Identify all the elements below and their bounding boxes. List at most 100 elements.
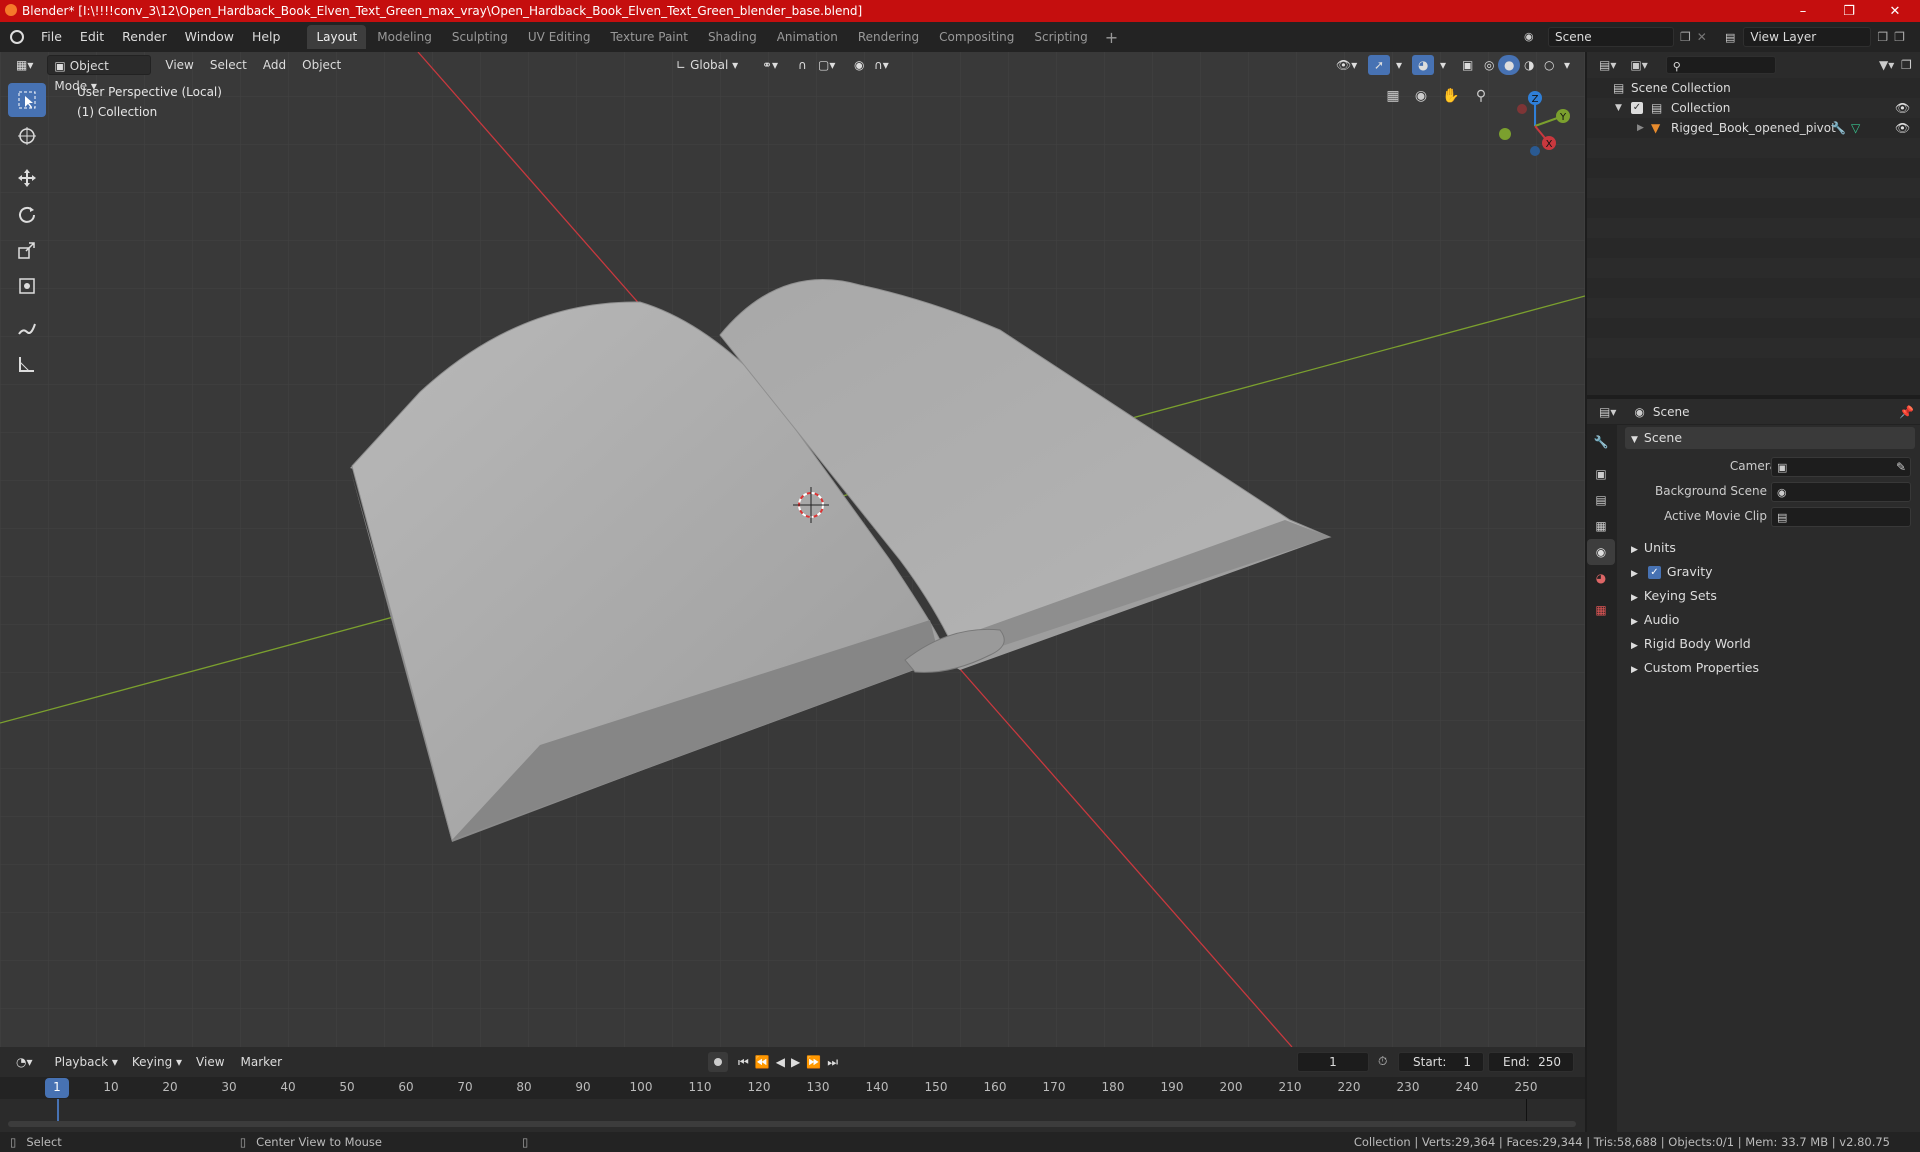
camera-field[interactable]: ▣ ✎ [1771, 457, 1911, 477]
rigid-body-world-panel-header[interactable]: ▶ Rigid Body World [1625, 633, 1920, 655]
cursor-tool[interactable] [8, 119, 46, 153]
blender-menu-icon[interactable] [10, 30, 24, 44]
scene-name-field[interactable]: Scene [1548, 27, 1674, 47]
tab-scripting[interactable]: Scripting [1025, 25, 1096, 49]
timeline-editor-type-icon[interactable]: ◔▾ [10, 1052, 39, 1072]
display-mode-icon[interactable]: ▣▾ [1630, 58, 1647, 72]
jump-next-keyframe-icon[interactable]: ⏩ [806, 1055, 821, 1069]
pivot-point-icon[interactable]: ⚭▾ [756, 55, 784, 75]
jump-end-icon[interactable]: ⏭ [827, 1055, 838, 1070]
object-visibility-icon[interactable]: 👁 [1895, 118, 1910, 138]
tab-rendering[interactable]: Rendering [849, 25, 928, 49]
tab-compositing[interactable]: Compositing [930, 25, 1023, 49]
scene-panel-header[interactable]: ▼ Scene [1625, 427, 1915, 449]
outliner-row-collection[interactable]: ▼ ✓ ▤ Collection 👁 [1587, 98, 1920, 118]
tab-shading[interactable]: Shading [699, 25, 766, 49]
viewport-menu-object[interactable]: Object [296, 55, 347, 75]
shading-dropdown-icon[interactable]: ▾ [1558, 55, 1576, 75]
record-button[interactable] [708, 1052, 728, 1072]
active-movie-clip-field[interactable]: ▤ [1771, 507, 1911, 527]
jump-prev-keyframe-icon[interactable]: ⏪ [755, 1055, 770, 1069]
timeline-ruler[interactable]: 1 10 20 30 40 50 60 70 80 90 100 110 120… [0, 1077, 1585, 1099]
keying-sets-panel-header[interactable]: ▶ Keying Sets [1625, 585, 1920, 607]
tab-uv-editing[interactable]: UV Editing [519, 25, 600, 49]
view-layer-field[interactable]: View Layer [1743, 27, 1872, 47]
menu-help[interactable]: Help [243, 24, 290, 50]
outliner-row-object[interactable]: ▶ ▼ Rigged_Book_opened_pivot 🔧 ▽ 👁 [1587, 118, 1920, 138]
overlays-dropdown-icon[interactable]: ▾ [1434, 55, 1452, 75]
menu-window[interactable]: Window [176, 24, 243, 50]
navigation-gizmo[interactable]: Z Y X [1490, 86, 1570, 162]
gizmo-dropdown-icon[interactable]: ▾ [1390, 55, 1408, 75]
delete-scene-icon[interactable]: ✕ [1697, 30, 1707, 44]
maximize-button[interactable]: ❐ [1826, 0, 1872, 22]
add-workspace-icon[interactable]: + [1099, 28, 1124, 47]
outliner-row-scene-collection[interactable]: ▤ Scene Collection [1587, 78, 1920, 98]
tab-texture-paint[interactable]: Texture Paint [602, 25, 697, 49]
toggle-grid-icon[interactable]: ▦ [1380, 88, 1406, 104]
minimize-button[interactable]: – [1780, 0, 1826, 22]
tab-layout[interactable]: Layout [307, 25, 367, 49]
pan-hand-icon[interactable]: ✋ [1436, 88, 1466, 104]
snap-target-icon[interactable]: ▢▾ [812, 55, 841, 75]
falloff-icon[interactable]: ∩▾ [868, 55, 895, 75]
menu-render[interactable]: Render [113, 24, 176, 50]
viewport-menu-add[interactable]: Add [257, 55, 292, 75]
start-frame-field[interactable]: Start: 1 [1398, 1052, 1484, 1072]
play-reverse-icon[interactable]: ◀ [776, 1055, 785, 1069]
timeline-menu-keying[interactable]: Keying ▾ [126, 1052, 188, 1072]
rotate-tool[interactable] [8, 197, 46, 231]
gravity-checkbox[interactable]: ✓ [1647, 566, 1661, 579]
move-tool[interactable] [8, 161, 46, 195]
timeline-scrollbar[interactable] [8, 1121, 1576, 1127]
tab-sculpting[interactable]: Sculpting [443, 25, 517, 49]
timeline-menu-view[interactable]: View [190, 1052, 230, 1072]
stopwatch-icon[interactable]: ⏱ [1378, 1054, 1387, 1069]
view-layer-tab-icon[interactable]: ▦ [1587, 513, 1615, 539]
overlays-toggle-icon[interactable]: ◕ [1412, 55, 1435, 75]
measure-tool[interactable] [8, 347, 46, 381]
transform-orientation-dropdown[interactable]: ∟ Global ▾ [670, 55, 744, 75]
scale-tool[interactable] [8, 233, 46, 267]
current-frame-field[interactable]: 1 [1297, 1052, 1369, 1072]
snap-icon[interactable]: ∩ [792, 55, 813, 75]
end-frame-field[interactable]: End: 250 [1488, 1052, 1574, 1072]
gizmo-toggle-icon[interactable]: ➚ [1368, 55, 1391, 75]
camera-view-icon[interactable]: ◉ [1406, 88, 1436, 104]
view-layer-selector[interactable]: ▤ View Layer ❐ ❐ [1725, 26, 1915, 48]
play-icon[interactable]: ▶ [791, 1055, 800, 1069]
jump-start-icon[interactable]: ⏮ [738, 1055, 749, 1070]
timeline-menu-marker[interactable]: Marker [235, 1052, 288, 1072]
collection-visibility-icon[interactable]: 👁 [1895, 98, 1910, 118]
audio-panel-header[interactable]: ▶ Audio [1625, 609, 1920, 631]
collection-checkbox[interactable]: ✓ [1631, 102, 1643, 114]
close-button[interactable]: ✕ [1872, 0, 1918, 22]
outliner-editor-type-icon[interactable]: ▤▾ [1599, 58, 1616, 72]
viewport-menu-view[interactable]: View [159, 55, 199, 75]
background-scene-field[interactable]: ◉ [1771, 482, 1911, 502]
outliner-search-input[interactable]: ⚲ [1665, 56, 1776, 74]
tab-animation[interactable]: Animation [768, 25, 847, 49]
eyedropper-icon[interactable]: ✎ [1896, 460, 1906, 474]
editor-type-icon[interactable]: ▦▾ [10, 55, 39, 75]
render-tab-icon[interactable]: ▣ [1587, 461, 1615, 487]
menu-file[interactable]: File [32, 24, 71, 50]
pin-icon[interactable]: 📌 [1899, 405, 1914, 419]
xray-toggle-icon[interactable]: ▣ [1456, 55, 1479, 75]
modifier-icon[interactable]: 🔧 [1831, 118, 1846, 138]
viewport-menu-select[interactable]: Select [204, 55, 253, 75]
menu-edit[interactable]: Edit [71, 24, 113, 50]
new-scene-icon[interactable]: ❐ [1680, 30, 1691, 44]
select-box-tool[interactable] [8, 83, 46, 117]
tool-tab-icon[interactable]: 🔧 [1587, 429, 1615, 455]
gravity-panel-header[interactable]: ▶ ✓ Gravity [1625, 561, 1920, 583]
scene-selector[interactable]: ◉ Scene ❐ ✕ [1524, 26, 1714, 48]
expand-object-icon[interactable]: ▶ [1637, 118, 1644, 138]
annotate-tool[interactable] [8, 311, 46, 345]
object-mode-dropdown[interactable]: ▣ Object Mode ▾ [47, 55, 152, 93]
new-collection-icon[interactable]: ❐ [1901, 58, 1912, 72]
scene-tab-icon[interactable]: ◉ [1587, 539, 1615, 565]
remove-view-layer-icon[interactable]: ❐ [1894, 30, 1905, 44]
filter-icon[interactable]: ▼▾ [1879, 58, 1894, 72]
transform-tool[interactable] [8, 269, 46, 303]
